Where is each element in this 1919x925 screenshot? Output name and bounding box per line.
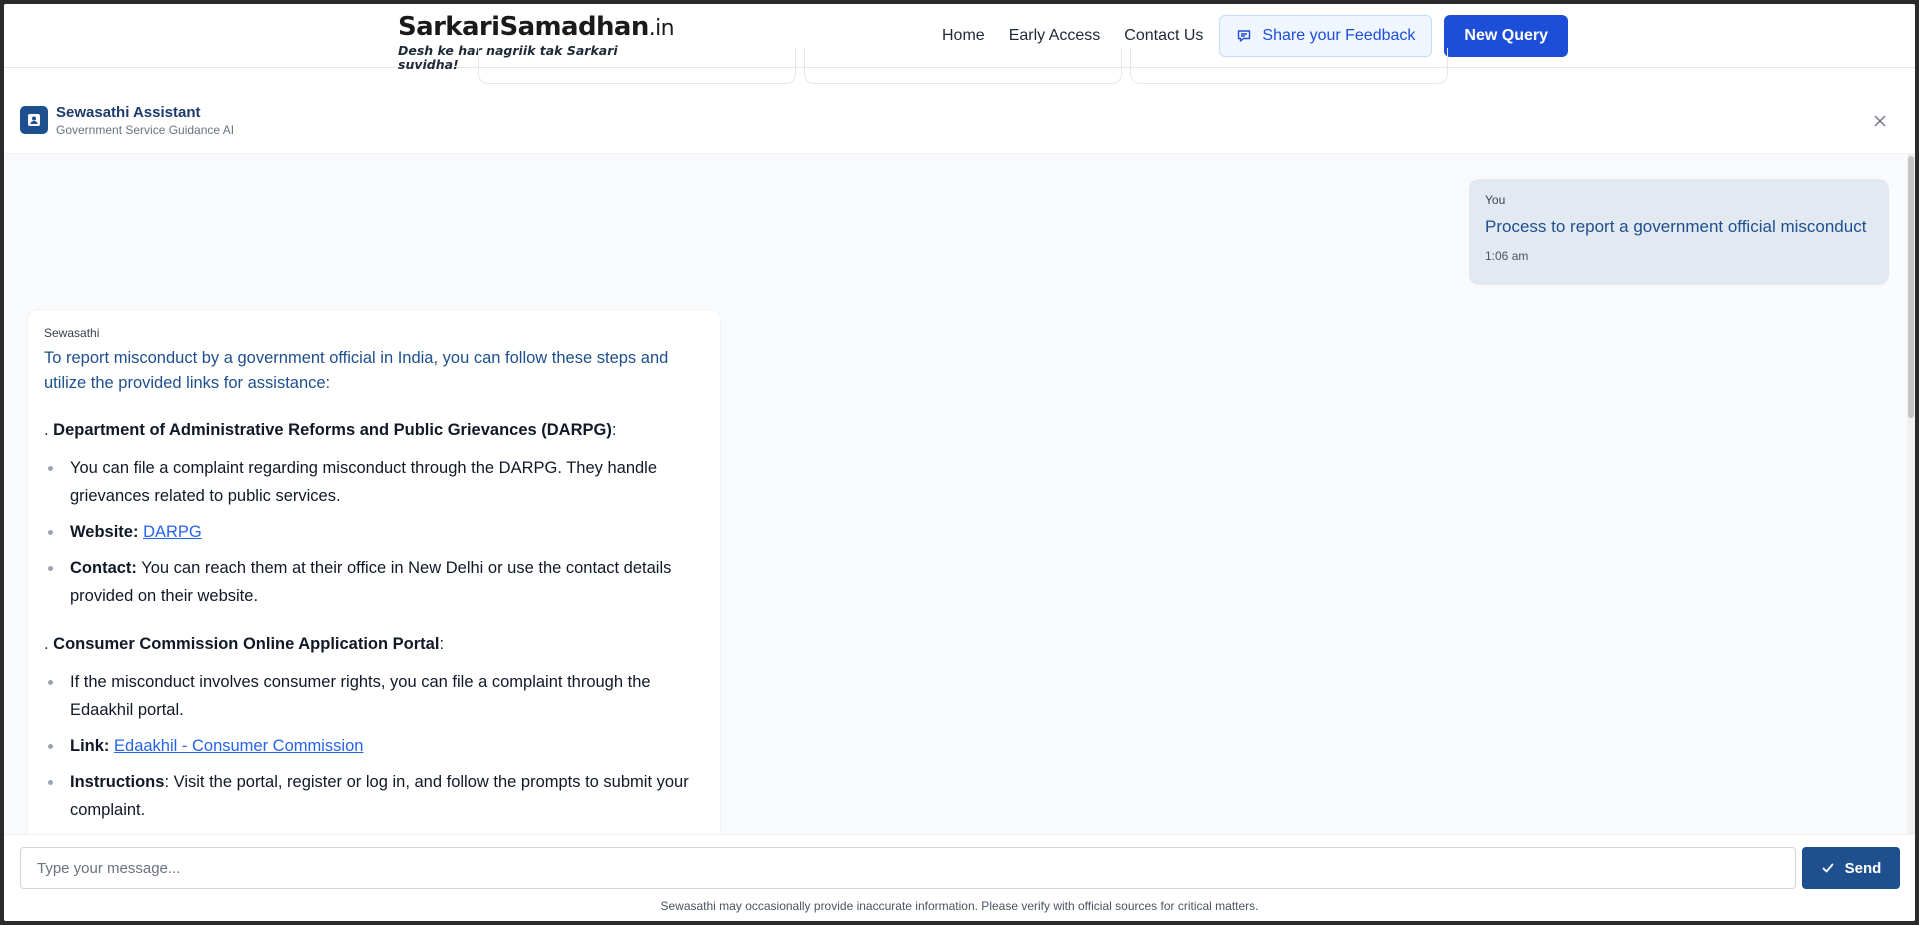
section-title: Department of Administrative Reforms and…: [53, 421, 612, 439]
darpg-link[interactable]: DARPG: [143, 523, 202, 541]
share-feedback-button[interactable]: Share your Feedback: [1219, 15, 1433, 57]
list-item: You can file a complaint regarding misco…: [44, 454, 704, 510]
send-label: Send: [1844, 859, 1882, 877]
logo-main-text: SarkariSamadhan: [398, 12, 649, 42]
assistant-header: Sewasathi Assistant Government Service G…: [4, 90, 1915, 154]
scrollbar-thumb[interactable]: [1908, 156, 1914, 418]
section-prefix: .: [44, 635, 54, 653]
section-list: You can file a complaint regarding misco…: [44, 454, 704, 610]
item-text: You can file a complaint regarding misco…: [70, 459, 658, 505]
message-timestamp: 1:06 am: [1485, 249, 1529, 263]
section-prefix: .: [44, 421, 54, 439]
chat-scrollbar[interactable]: [1907, 154, 1915, 834]
message-input[interactable]: [20, 847, 1796, 889]
nav-home[interactable]: Home: [930, 27, 997, 45]
user-message: You Process to report a government offic…: [1469, 179, 1889, 285]
send-button[interactable]: Send: [1802, 847, 1900, 889]
section-suffix: :: [611, 421, 617, 439]
nav-contact-us[interactable]: Contact Us: [1112, 27, 1215, 45]
background-cards: [4, 48, 1915, 92]
item-text: You can reach them at their office in Ne…: [70, 559, 672, 605]
list-item: Website: DARPG: [44, 518, 704, 546]
main-nav: Home Early Access Contact Us Share your …: [930, 15, 1568, 57]
section-suffix: :: [439, 635, 445, 653]
item-label: Instructions: [70, 773, 165, 791]
logo-tagline: Desh ke har nagriik tak Sarkari suvidha!: [398, 43, 618, 72]
message-sender: Sewasathi: [44, 326, 100, 340]
logo-suffix: .in: [648, 16, 675, 41]
item-label: Contact:: [70, 559, 137, 577]
browser-viewport: SarkariSamadhan.in Desh ke har nagriik t…: [4, 4, 1915, 921]
section-list: If the misconduct involves consumer righ…: [44, 668, 704, 824]
edaakhil-link[interactable]: Edaakhil - Consumer Commission: [114, 737, 363, 755]
assistant-message: Sewasathi To report misconduct by a gove…: [28, 310, 720, 834]
list-item: Link: Edaakhil - Consumer Commission: [44, 732, 704, 760]
new-query-button[interactable]: New Query: [1444, 15, 1568, 57]
message-sender: You: [1485, 193, 1506, 207]
site-header: SarkariSamadhan.in Desh ke har nagriik t…: [4, 4, 1915, 72]
disclaimer-text: Sewasathi may occasionally provide inacc…: [660, 899, 1259, 913]
item-label: Link:: [70, 737, 110, 755]
assistant-subtitle: Government Service Guidance AI: [56, 123, 235, 137]
composer: Send Sewasathi may occasionally provide …: [4, 834, 1915, 921]
assistant-badge-icon: [20, 106, 48, 134]
list-item: Contact: You can reach them at their off…: [44, 554, 704, 610]
logo-wordmark: SarkariSamadhan.in: [398, 12, 675, 44]
chat-messages[interactable]: You Process to report a government offic…: [4, 154, 1915, 834]
section-heading: . Consumer Commission Online Application…: [44, 632, 704, 656]
section-title: Consumer Commission Online Application P…: [53, 635, 440, 653]
list-item: Instructions: Visit the portal, register…: [44, 768, 704, 824]
item-label: Website:: [70, 523, 139, 541]
close-icon[interactable]: [1871, 112, 1889, 130]
nav-early-access[interactable]: Early Access: [997, 27, 1113, 45]
assistant-title: Sewasathi Assistant: [56, 104, 201, 121]
message-intro: To report misconduct by a government off…: [44, 349, 669, 392]
section-heading: . Department of Administrative Reforms a…: [44, 418, 704, 442]
check-icon: [1822, 863, 1834, 873]
list-item: If the misconduct involves consumer righ…: [44, 668, 704, 724]
site-logo[interactable]: SarkariSamadhan.in Desh ke har nagriik t…: [398, 12, 675, 72]
chat-bubble-icon: [1238, 30, 1251, 42]
item-text: If the misconduct involves consumer righ…: [70, 673, 651, 719]
message-text: Process to report a government official …: [1485, 217, 1867, 236]
share-feedback-label: Share your Feedback: [1262, 27, 1416, 44]
